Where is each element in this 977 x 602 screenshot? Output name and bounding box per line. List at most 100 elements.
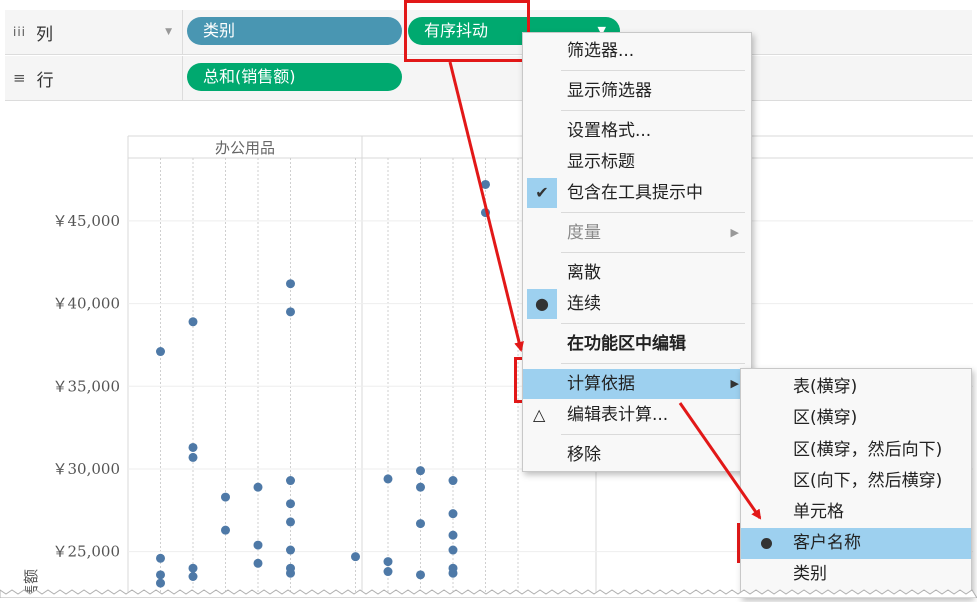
- menu-item-show-header[interactable]: 显示标题: [523, 147, 751, 177]
- data-point: [188, 442, 198, 452]
- rows-shelf: ≡ 行: [5, 56, 972, 101]
- menu-item-include-in-tooltip[interactable]: ✔ 包含在工具提示中: [523, 178, 751, 208]
- menu-item-edit-table-calc[interactable]: △ 编辑表计算...: [523, 400, 751, 430]
- menu-item-label: 度量: [567, 223, 601, 243]
- columns-label: 列: [36, 24, 54, 45]
- menu-item-label: 计算依据: [567, 374, 635, 394]
- data-point: [156, 578, 165, 588]
- pill-sum-sales[interactable]: 总和(销售额): [187, 63, 402, 91]
- submenu-item-label: 区(横穿，然后向下): [793, 440, 943, 460]
- submenu-item-pane-across[interactable]: 区(横穿): [741, 403, 971, 434]
- y-tick-label: ￥40,000: [53, 295, 121, 313]
- menu-separator: [561, 212, 745, 213]
- data-point: [253, 482, 263, 492]
- menu-item-remove[interactable]: 移除: [523, 440, 751, 470]
- data-point: [253, 540, 263, 550]
- menu-item-label: 显示筛选器: [567, 81, 652, 101]
- menu-item-filter[interactable]: 筛选器...: [523, 36, 751, 66]
- submenu-item-pane-down-then-across[interactable]: 区(向下，然后横穿): [741, 466, 971, 497]
- data-point: [188, 563, 198, 573]
- data-point: [416, 482, 425, 492]
- data-point: [286, 307, 295, 317]
- menu-item-show-filter[interactable]: 显示筛选器: [523, 76, 751, 106]
- menu-item-label: 在功能区中编辑: [567, 334, 686, 354]
- data-point: [416, 466, 425, 476]
- data-point: [383, 557, 393, 567]
- y-tick-label: ￥45,000: [53, 212, 121, 230]
- menu-item-format[interactable]: 设置格式...: [523, 116, 751, 146]
- data-point: [286, 476, 295, 486]
- y-tick-label: ￥25,000: [53, 543, 121, 561]
- torn-edge: [0, 589, 977, 598]
- submenu-item-pane-across-then-down[interactable]: 区(横穿，然后向下): [741, 435, 971, 466]
- radio-dot-icon: ●: [527, 289, 557, 319]
- data-point: [156, 347, 165, 357]
- submenu-item-cell[interactable]: 单元格: [741, 497, 971, 528]
- submenu-arrow-icon: ▶: [730, 226, 739, 239]
- columns-shelf-label[interactable]: iii 列 ▼: [5, 10, 183, 54]
- pill-ordered-jitter-label: 有序抖动: [424, 21, 489, 40]
- menu-item-discrete[interactable]: 离散: [523, 258, 751, 288]
- data-point: [188, 452, 198, 462]
- menu-item-edit-in-shelf[interactable]: 在功能区中编辑: [523, 329, 751, 359]
- submenu-item-label: 区(横穿): [793, 408, 858, 428]
- data-point: [286, 568, 295, 578]
- menu-item-continuous[interactable]: ● 连续: [523, 289, 751, 319]
- data-point: [221, 492, 230, 502]
- checkmark-icon: ✔: [527, 178, 557, 208]
- data-point: [448, 509, 458, 519]
- submenu-item-label: 单元格: [793, 502, 844, 522]
- data-point: [448, 476, 458, 486]
- data-point: [188, 571, 198, 581]
- columns-icon: iii: [13, 25, 27, 39]
- submenu-item-label: 客户名称: [793, 533, 861, 553]
- submenu-item-table-across[interactable]: 表(横穿): [741, 372, 971, 403]
- submenu-item-category[interactable]: 类别: [741, 559, 971, 590]
- menu-separator: [561, 323, 745, 324]
- data-point: [448, 568, 458, 578]
- submenu-item-label: 表(横穿): [793, 377, 858, 397]
- menu-separator: [561, 252, 745, 253]
- delta-icon: △: [533, 405, 546, 424]
- menu-item-label: 编辑表计算...: [567, 405, 669, 425]
- rows-icon: ≡: [13, 69, 27, 87]
- data-point: [448, 545, 458, 555]
- data-point: [156, 570, 165, 580]
- menu-item-label: 包含在工具提示中: [567, 183, 703, 203]
- menu-item-label: 设置格式...: [567, 121, 652, 141]
- menu-item-label: 连续: [567, 294, 601, 314]
- data-point: [481, 208, 490, 218]
- y-tick-label: ￥35,000: [53, 377, 121, 395]
- data-point: [286, 517, 295, 527]
- data-point: [156, 553, 165, 563]
- rows-label: 行: [36, 70, 54, 91]
- menu-item-label: 移除: [567, 445, 601, 465]
- pill-category[interactable]: 类别: [187, 17, 402, 45]
- data-point: [481, 179, 490, 189]
- menu-item-compute-using[interactable]: 计算依据 ▶: [523, 369, 751, 399]
- menu-item-label: 显示标题: [567, 152, 635, 172]
- context-menu: 筛选器... 显示筛选器 设置格式... 显示标题 ✔ 包含在工具提示中 度量 …: [522, 32, 752, 472]
- data-point: [188, 317, 198, 327]
- data-point: [221, 525, 230, 535]
- radio-dot-icon: [761, 538, 772, 549]
- data-point: [383, 567, 393, 577]
- data-point: [253, 558, 263, 568]
- menu-separator: [561, 110, 745, 111]
- submenu-item-label: 类别: [793, 564, 827, 584]
- data-point: [286, 499, 295, 509]
- compute-using-submenu: 表(横穿) 区(横穿) 区(横穿，然后向下) 区(向下，然后横穿) 单元格 客户…: [740, 368, 972, 598]
- submenu-item-label: 区(向下，然后横穿): [793, 471, 943, 491]
- panel-header-label: 办公用品: [215, 139, 275, 157]
- submenu-arrow-icon: ▶: [730, 377, 739, 390]
- data-point: [416, 570, 425, 580]
- menu-separator: [561, 70, 745, 71]
- chevron-down-icon[interactable]: ▼: [165, 27, 172, 37]
- menu-item-measure: 度量 ▶: [523, 218, 751, 248]
- menu-item-label: 筛选器...: [567, 41, 635, 61]
- data-point: [383, 474, 393, 484]
- data-point: [286, 279, 295, 289]
- menu-separator: [561, 363, 745, 364]
- submenu-item-customer-name[interactable]: 客户名称: [741, 528, 971, 559]
- rows-shelf-label[interactable]: ≡ 行: [5, 56, 183, 100]
